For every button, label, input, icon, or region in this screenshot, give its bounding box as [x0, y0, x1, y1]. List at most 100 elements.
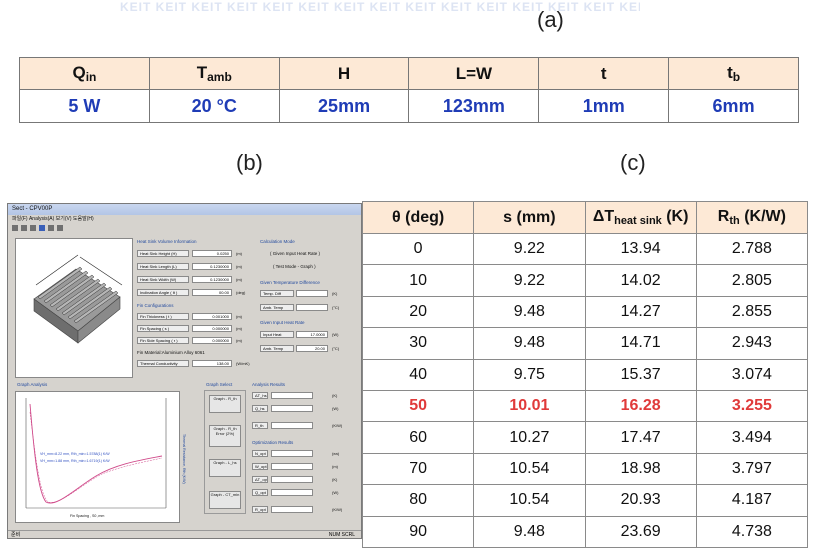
amb-temp-field-1[interactable]: [296, 304, 328, 311]
fin-side-spacing-field[interactable]: 0.000000: [192, 337, 232, 344]
print-icon[interactable]: [48, 225, 54, 231]
fin-side-spacing-label: Fin Side Spacing ( r ): [137, 337, 189, 344]
cell-delta-t: 20.93: [584, 484, 697, 517]
results-row: 10 9.22 14.02 2.805: [361, 264, 809, 297]
inclination-angle-unit: (deg): [236, 290, 246, 295]
header-delta-t: ΔTheat sink (K): [584, 201, 697, 234]
cell-s: 9.22: [473, 264, 586, 297]
app-status-bar: 준비 NUM SCRL: [8, 530, 361, 538]
value-qin: 5 W: [19, 89, 150, 123]
opt-q-label: Q_opt: [252, 489, 268, 496]
help-icon[interactable]: [57, 225, 63, 231]
result-rth-field[interactable]: [271, 422, 313, 429]
fin-spacing-label: Fin Spacing ( s ): [137, 325, 189, 332]
results-row: 40 9.75 15.37 3.074: [361, 358, 809, 391]
input-heat-field[interactable]: 17.0000: [296, 331, 328, 338]
value-t: 1mm: [538, 89, 670, 123]
new-file-icon[interactable]: [12, 225, 18, 231]
input-heat-label: Input Heat: [260, 331, 294, 338]
thermal-conductivity-field[interactable]: 138.00: [192, 360, 232, 367]
status-left-text: 준비: [11, 532, 21, 538]
amb-temp-unit-1: (°C): [332, 305, 340, 310]
cell-rth: 3.797: [695, 452, 809, 486]
opt-r-field[interactable]: [271, 506, 313, 513]
input-heat-unit: (W): [332, 332, 339, 337]
opt-q-field[interactable]: [271, 489, 313, 496]
calc-mode-line-1: ( Given Input Heat Rate ): [270, 251, 321, 256]
save-file-icon[interactable]: [30, 225, 36, 231]
cell-theta: 70: [361, 452, 475, 486]
status-right-text: NUM SCRL: [328, 532, 355, 538]
inclination-angle-field[interactable]: 00.00: [192, 289, 232, 296]
amb-temp-label-2: Amb. Temp: [260, 345, 294, 352]
result-q-field[interactable]: [271, 405, 313, 412]
heat-sink-length-field[interactable]: 0.1230000: [192, 263, 232, 270]
app-menu-bar[interactable]: 파일(F) Analysis(A) 보기(V) 도움말(H): [8, 215, 361, 223]
cell-theta: 90: [361, 515, 475, 548]
thermal-conductivity-label: Thermal Conductivity: [137, 360, 189, 367]
graph-rth-error-button[interactable]: Graph - R_th Error (2%): [209, 425, 241, 447]
header-qin: Qin: [19, 57, 150, 90]
results-row-highlighted: 50 10.01 16.28 3.255: [361, 389, 809, 423]
opt-q-unit: (W): [332, 490, 339, 495]
graph-rth-button[interactable]: Graph - R_th: [209, 395, 241, 413]
cell-s: 9.48: [473, 515, 586, 548]
cell-s: 10.01: [473, 389, 586, 423]
cell-delta-t: 13.94: [584, 232, 697, 266]
header-tamb: Tamb: [148, 57, 280, 90]
heatsink-drawing: [33, 254, 123, 344]
results-table: θ (deg) s (mm) ΔTheat sink (K) Rth (K/W)…: [361, 201, 809, 548]
open-file-icon[interactable]: [21, 225, 27, 231]
results-header-row: θ (deg) s (mm) ΔTheat sink (K) Rth (K/W): [361, 201, 809, 234]
opt-n-field[interactable]: [271, 450, 313, 457]
result-rth-label: R_th: [252, 422, 268, 429]
heat-sink-height-unit: (m): [236, 251, 242, 256]
cell-rth: 3.255: [695, 389, 809, 423]
amb-temp-field-2[interactable]: 20.00: [296, 345, 328, 352]
heatsink-3d-image: [15, 238, 133, 378]
inclination-angle-label: Inclination Angle ( θ ): [137, 289, 189, 296]
opt-w-field[interactable]: [271, 463, 313, 470]
amb-temp-label-1: Amb. Temp: [260, 304, 294, 311]
fin-thickness-label: Fin Thickness ( t ): [137, 313, 189, 320]
result-dt-label: ΔT_hs: [252, 392, 268, 399]
fin-spacing-field[interactable]: 0.000000: [192, 325, 232, 332]
cell-delta-t: 18.98: [584, 452, 697, 486]
thermal-conductivity-unit: (W/mK): [236, 361, 250, 366]
cell-theta: 40: [361, 358, 475, 391]
cell-s: 10.54: [473, 452, 586, 486]
cell-delta-t: 14.27: [584, 295, 697, 329]
fin-group-title: Fin Configurations: [137, 303, 174, 308]
opt-dt-unit: (K): [332, 477, 338, 482]
opt-dt-field[interactable]: [271, 476, 313, 483]
heat-sink-height-field[interactable]: 0.0250: [192, 250, 232, 257]
opt-w-label: W_opt: [252, 463, 268, 470]
result-dt-field[interactable]: [271, 392, 313, 399]
heat-sink-width-field[interactable]: 0.1230000: [192, 276, 232, 283]
caption-b: (b): [236, 150, 263, 175]
graph-ctmin-button[interactable]: Graph - CT_min: [209, 491, 241, 509]
fin-material-text: Fin Material:Aluminium Alloy 6061: [137, 350, 205, 355]
cell-theta: 80: [361, 484, 475, 517]
results-row: 80 10.54 20.93 4.187: [361, 484, 809, 517]
volume-group-title: Heat Sink Volume Information: [137, 239, 197, 244]
graph-lhs-button[interactable]: Graph - L_hs: [209, 459, 241, 477]
cell-s: 9.48: [473, 327, 586, 360]
app-toolbar: [8, 223, 361, 233]
results-row: 70 10.54 18.98 3.797: [361, 452, 809, 486]
temp-diff-field[interactable]: [296, 290, 328, 297]
run-icon[interactable]: [39, 225, 45, 231]
temp-diff-group-title: Given Temperature Difference: [260, 280, 320, 285]
cell-rth: 4.738: [695, 515, 809, 548]
header-tb: tb: [668, 57, 799, 90]
cell-s: 9.75: [473, 358, 586, 391]
graph-note-1: VH_mm=8.22 mm, Rth_min=1.5788(1) K/W: [40, 452, 110, 456]
cell-rth: 4.187: [695, 484, 809, 517]
fin-thickness-unit: (m): [236, 314, 242, 319]
cell-delta-t: 14.71: [584, 327, 697, 360]
result-dt-unit: (K): [332, 393, 338, 398]
fin-thickness-field[interactable]: 0.001000: [192, 313, 232, 320]
header-t: t: [538, 57, 670, 90]
cell-delta-t: 23.69: [584, 515, 697, 548]
header-lw: L=W: [408, 57, 540, 90]
